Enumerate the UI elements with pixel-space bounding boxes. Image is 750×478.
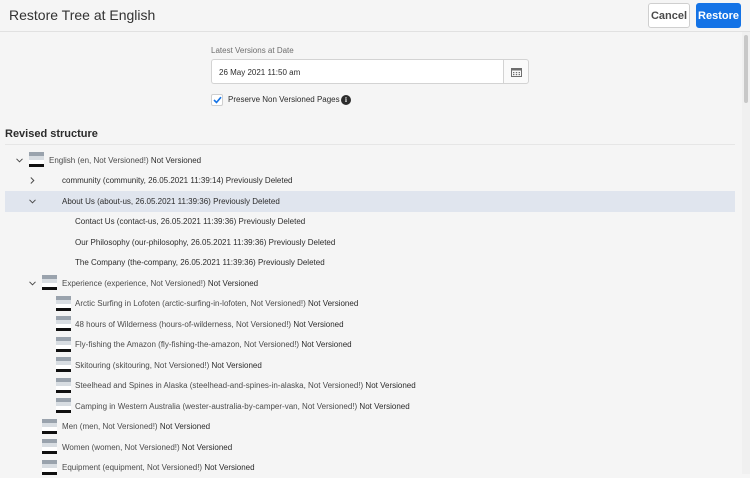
tree-item-status: Not Versioned (212, 361, 262, 370)
tree-row[interactable]: Skitouring (skitouring, Not Versioned!) … (5, 355, 735, 376)
tree-row[interactable]: The Company (the-company, 26.05.2021 11:… (5, 253, 735, 274)
tree-item-label[interactable]: Fly-fishing the Amazon (fly-fishing-the-… (75, 340, 352, 349)
tree-item-name: 48 hours of Wilderness (hours-of-wildern… (75, 320, 291, 329)
page-thumbnail (42, 275, 57, 290)
tree-item-name: Fly-fishing the Amazon (fly-fishing-the-… (75, 340, 299, 349)
checkmark-icon (213, 96, 222, 104)
tree-item-label[interactable]: Women (women, Not Versioned!) Not Versio… (62, 443, 232, 452)
tree-item-status: Not Versioned (359, 402, 409, 411)
tree-item-label[interactable]: About Us (about-us, 26.05.2021 11:39:36)… (62, 197, 280, 206)
section-divider (5, 144, 735, 145)
tree-item-name: Arctic Surfing in Lofoten (arctic-surfin… (75, 299, 306, 308)
date-field-label: Latest Versions at Date (211, 46, 294, 55)
page-thumbnail (56, 337, 71, 352)
chevron-down-icon[interactable] (27, 196, 37, 206)
tree-item-status: Previously Deleted (226, 176, 293, 185)
tree-item-status: Not Versioned (301, 340, 351, 349)
tree-item-label[interactable]: Skitouring (skitouring, Not Versioned!) … (75, 361, 262, 370)
tree-item-status: Not Versioned (204, 463, 254, 472)
tree-item-label[interactable]: Experience (experience, Not Versioned!) … (62, 279, 258, 288)
tree-item-name: About Us (about-us, 26.05.2021 11:39:36) (62, 197, 211, 206)
page-thumbnail (42, 439, 57, 454)
tree-item-name: The Company (the-company, 26.05.2021 11:… (75, 258, 256, 267)
preserve-checkbox[interactable] (211, 94, 223, 106)
tree-view: English (en, Not Versioned!) Not Version… (5, 150, 735, 478)
chevron-down-icon[interactable] (14, 155, 24, 165)
tree-item-label[interactable]: Contact Us (contact-us, 26.05.2021 11:39… (75, 217, 305, 226)
tree-item-status: Previously Deleted (258, 258, 325, 267)
page-thumbnail (29, 152, 44, 167)
page-thumbnail (56, 378, 71, 393)
tree-row[interactable]: 48 hours of Wilderness (hours-of-wildern… (5, 314, 735, 335)
tree-row[interactable]: Equipment (equipment, Not Versioned!) No… (5, 458, 735, 478)
calendar-icon (511, 67, 522, 77)
page-thumbnail (56, 398, 71, 413)
tree-item-status: Not Versioned (308, 299, 358, 308)
preserve-checkbox-label[interactable]: Preserve Non Versioned Pages (228, 95, 340, 104)
calendar-button[interactable] (503, 59, 529, 84)
tree-item-status: Not Versioned (365, 381, 415, 390)
page-thumbnail (42, 419, 57, 434)
tree-item-label[interactable]: Equipment (equipment, Not Versioned!) No… (62, 463, 255, 472)
tree-row[interactable]: community (community, 26.05.2021 11:39:1… (5, 171, 735, 192)
dialog-title: Restore Tree at English (9, 7, 155, 23)
tree-row[interactable]: About Us (about-us, 26.05.2021 11:39:36)… (5, 191, 735, 212)
page-thumbnail (56, 316, 71, 331)
tree-item-name: English (en, Not Versioned!) (49, 156, 149, 165)
tree-row[interactable]: Our Philosophy (our-philosophy, 26.05.20… (5, 232, 735, 253)
tree-row[interactable]: Contact Us (contact-us, 26.05.2021 11:39… (5, 212, 735, 233)
tree-item-label[interactable]: Camping in Western Australia (wester-aus… (75, 402, 410, 411)
scrollbar-thumb[interactable] (744, 35, 748, 103)
tree-item-name: community (community, 26.05.2021 11:39:1… (62, 176, 224, 185)
tree-item-label[interactable]: 48 hours of Wilderness (hours-of-wildern… (75, 320, 344, 329)
restore-button[interactable]: Restore (696, 3, 741, 28)
dialog-header: Restore Tree at English Cancel Restore (0, 0, 750, 32)
tree-item-name: Contact Us (contact-us, 26.05.2021 11:39… (75, 217, 236, 226)
tree-item-name: Skitouring (skitouring, Not Versioned!) (75, 361, 209, 370)
tree-item-label[interactable]: community (community, 26.05.2021 11:39:1… (62, 176, 293, 185)
page-thumbnail (42, 460, 57, 475)
tree-item-name: Experience (experience, Not Versioned!) (62, 279, 206, 288)
tree-item-name: Our Philosophy (our-philosophy, 26.05.20… (75, 238, 266, 247)
tree-item-label[interactable]: The Company (the-company, 26.05.2021 11:… (75, 258, 325, 267)
chevron-right-icon[interactable] (27, 176, 37, 186)
tree-row[interactable]: Men (men, Not Versioned!) Not Versioned (5, 417, 735, 438)
tree-row[interactable]: Steelhead and Spines in Alaska (steelhea… (5, 376, 735, 397)
tree-item-name: Women (women, Not Versioned!) (62, 443, 180, 452)
page-thumbnail (56, 296, 71, 311)
tree-row[interactable]: Fly-fishing the Amazon (fly-fishing-the-… (5, 335, 735, 356)
tree-item-status: Not Versioned (151, 156, 201, 165)
tree-item-label[interactable]: Arctic Surfing in Lofoten (arctic-surfin… (75, 299, 358, 308)
tree-item-status: Previously Deleted (269, 238, 336, 247)
chevron-down-icon[interactable] (27, 278, 37, 288)
vertical-scrollbar[interactable] (742, 32, 750, 474)
tree-item-label[interactable]: English (en, Not Versioned!) Not Version… (49, 156, 201, 165)
tree-item-status: Previously Deleted (213, 197, 280, 206)
info-icon[interactable]: i (341, 95, 351, 105)
tree-item-status: Not Versioned (160, 422, 210, 431)
date-input[interactable]: 26 May 2021 11:50 am (211, 59, 504, 84)
tree-row[interactable]: Experience (experience, Not Versioned!) … (5, 273, 735, 294)
tree-item-name: Men (men, Not Versioned!) (62, 422, 158, 431)
tree-row[interactable]: English (en, Not Versioned!) Not Version… (5, 150, 735, 171)
tree-item-name: Steelhead and Spines in Alaska (steelhea… (75, 381, 363, 390)
tree-item-label[interactable]: Men (men, Not Versioned!) Not Versioned (62, 422, 210, 431)
tree-item-status: Not Versioned (293, 320, 343, 329)
cancel-button[interactable]: Cancel (648, 3, 690, 28)
tree-item-status: Not Versioned (182, 443, 232, 452)
tree-item-status: Not Versioned (208, 279, 258, 288)
section-title: Revised structure (5, 128, 98, 140)
tree-row[interactable]: Arctic Surfing in Lofoten (arctic-surfin… (5, 294, 735, 315)
tree-row[interactable]: Women (women, Not Versioned!) Not Versio… (5, 437, 735, 458)
tree-row[interactable]: Camping in Western Australia (wester-aus… (5, 396, 735, 417)
tree-item-label[interactable]: Steelhead and Spines in Alaska (steelhea… (75, 381, 416, 390)
tree-item-name: Equipment (equipment, Not Versioned!) (62, 463, 202, 472)
page-thumbnail (56, 357, 71, 372)
tree-item-status: Previously Deleted (239, 217, 306, 226)
tree-item-name: Camping in Western Australia (wester-aus… (75, 402, 357, 411)
tree-item-label[interactable]: Our Philosophy (our-philosophy, 26.05.20… (75, 238, 335, 247)
